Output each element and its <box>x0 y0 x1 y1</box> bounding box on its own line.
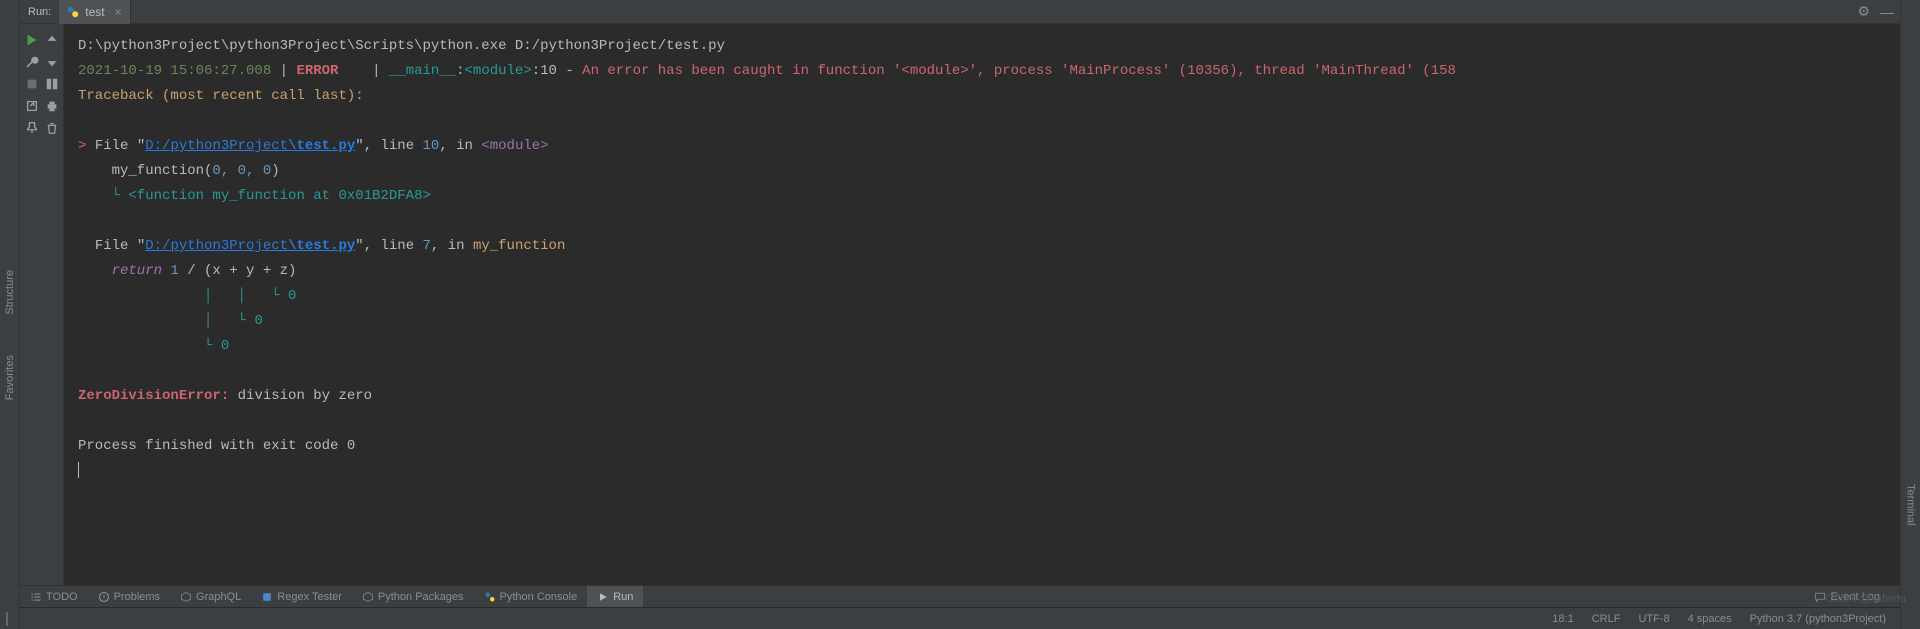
file-link[interactable]: D:/python3Project <box>145 238 288 254</box>
log-level: ERROR <box>296 63 338 79</box>
tab-title: test <box>85 5 104 19</box>
regex-icon <box>261 591 273 603</box>
favorites-tool-button[interactable]: Favorites <box>4 355 16 400</box>
python-packages-tool-button[interactable]: Python Packages <box>352 586 474 607</box>
run-tool-tabbar: Run: test × ⚙ — <box>20 0 1900 24</box>
python-console-tool-button[interactable]: Python Console <box>474 586 588 607</box>
warning-icon <box>98 591 110 603</box>
problems-tool-button[interactable]: Problems <box>88 586 170 607</box>
line-separator[interactable]: CRLF <box>1592 613 1621 625</box>
file-link[interactable]: D:/python3Project <box>145 138 288 154</box>
print-icon[interactable] <box>44 98 60 114</box>
export-icon[interactable] <box>24 98 40 114</box>
gear-icon[interactable]: ⚙ <box>1857 3 1870 20</box>
rerun-icon[interactable] <box>24 32 40 48</box>
left-tool-rail: Structure Favorites <box>0 0 20 629</box>
watermark: CSDN @safvirtu <box>1825 593 1906 605</box>
structure-tool-button[interactable]: Structure <box>4 270 16 315</box>
python-icon <box>484 591 496 603</box>
python-file-icon <box>67 6 79 18</box>
run-config-tab[interactable]: test × <box>59 0 130 24</box>
file-encoding[interactable]: UTF-8 <box>1638 613 1669 625</box>
close-tab-icon[interactable]: × <box>115 5 122 19</box>
hide-tool-window-icon[interactable]: — <box>1880 4 1894 20</box>
trash-icon[interactable] <box>44 120 60 136</box>
regex-tool-button[interactable]: Regex Tester <box>251 586 352 607</box>
exception-name: ZeroDivisionError: <box>78 388 229 404</box>
tool-windows-toggle-icon[interactable] <box>6 612 8 626</box>
graphql-tool-button[interactable]: GraphQL <box>170 586 251 607</box>
traceback-header: Traceback (most recent call last): <box>78 88 364 104</box>
down-arrow-icon[interactable] <box>44 54 60 70</box>
tool-window-title: Run: <box>20 6 59 18</box>
structure-label: Structure <box>4 270 16 315</box>
package-icon <box>362 591 374 603</box>
play-icon <box>597 591 609 603</box>
error-message: An error has been caught in function '<m… <box>582 63 1456 79</box>
up-arrow-icon[interactable] <box>44 32 60 48</box>
run-tool-button[interactable]: Run <box>587 586 643 607</box>
stop-icon[interactable] <box>24 76 40 92</box>
caret-position[interactable]: 18:1 <box>1552 613 1573 625</box>
wrench-icon[interactable] <box>24 54 40 70</box>
terminal-tool-button[interactable]: Terminal <box>1905 484 1917 526</box>
caret <box>78 462 79 478</box>
layout-icon[interactable] <box>44 76 60 92</box>
right-tool-rail: Terminal <box>1900 0 1920 629</box>
todo-tool-button[interactable]: TODO <box>20 586 88 607</box>
list-icon <box>30 591 42 603</box>
graphql-icon <box>180 591 192 603</box>
pin-icon[interactable] <box>24 120 40 136</box>
python-interpreter[interactable]: Python 3.7 (python3Project) <box>1750 613 1886 625</box>
cmd-line: D:\python3Project\python3Project\Scripts… <box>78 38 725 54</box>
indent-settings[interactable]: 4 spaces <box>1688 613 1732 625</box>
exit-message: Process finished with exit code 0 <box>78 438 355 454</box>
status-bar: 18:1 CRLF UTF-8 4 spaces Python 3.7 (pyt… <box>20 607 1900 629</box>
timestamp: 2021-10-19 15:06:27.008 <box>78 63 271 79</box>
favorites-label: Favorites <box>4 355 16 400</box>
run-action-gutter <box>20 24 64 585</box>
console-output[interactable]: D:\python3Project\python3Project\Scripts… <box>64 24 1900 585</box>
bottom-tool-bar: TODO Problems GraphQL Regex Tester Pytho… <box>20 585 1900 607</box>
